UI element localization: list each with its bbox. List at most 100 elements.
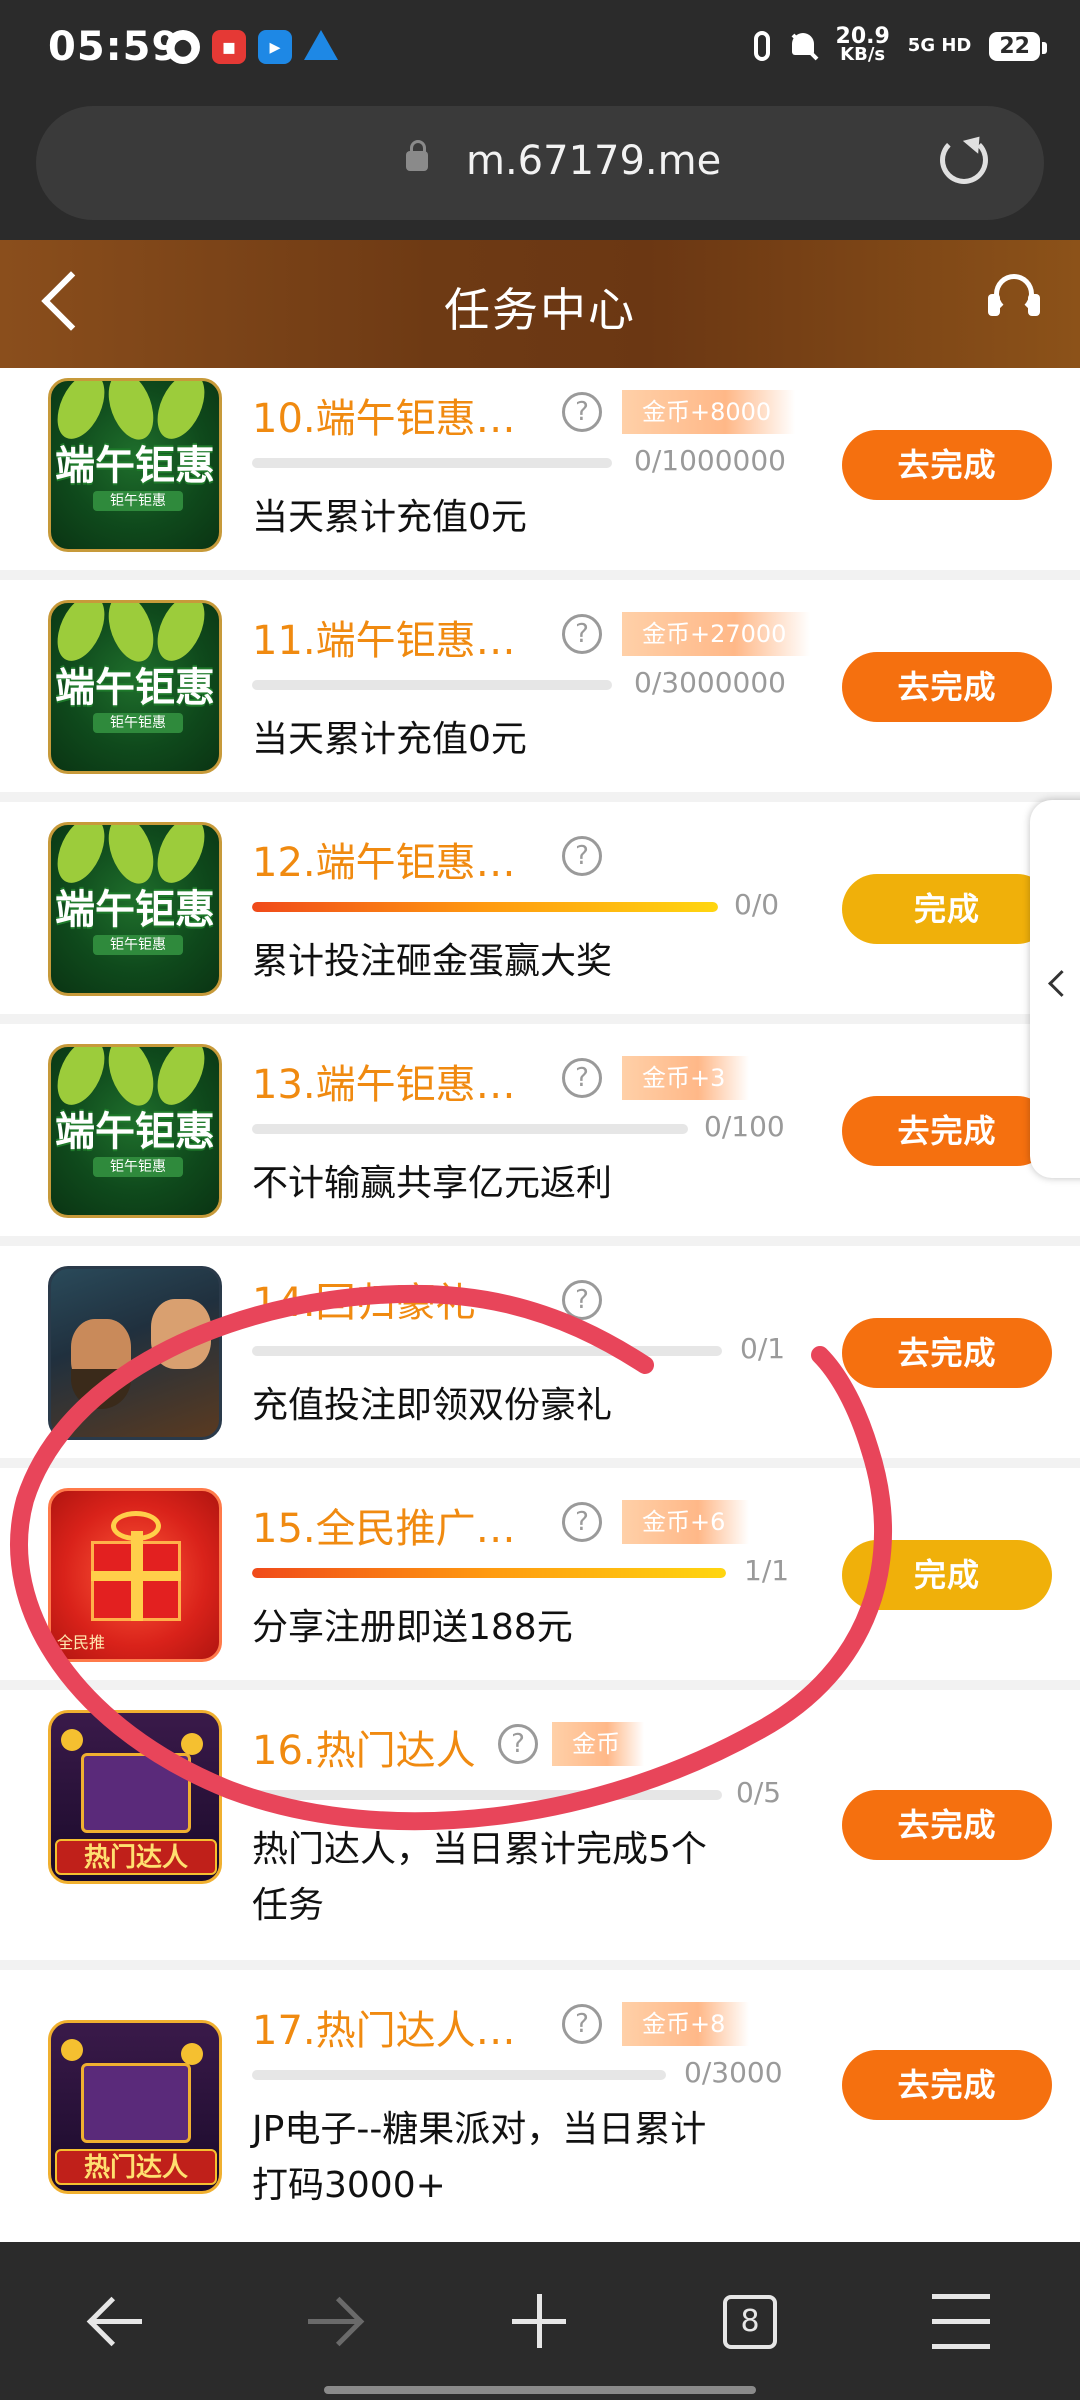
lock-icon bbox=[406, 140, 428, 171]
mute-icon bbox=[788, 31, 818, 61]
system-icons: 20.9 KB/s 5G HD 22 bbox=[753, 26, 1047, 65]
task-title: 15.全民推广… bbox=[252, 1506, 516, 1552]
thumbnail-tag: 钜午钜惠 bbox=[93, 935, 183, 955]
progress-text: 0/5 bbox=[736, 1776, 782, 1809]
thumbnail-caption: 全民推 bbox=[57, 1633, 106, 1652]
page-header: 任务中心 bbox=[0, 240, 1080, 368]
task-description: 累计投注砸金蛋赢大奖 bbox=[252, 941, 613, 982]
complete-task-button[interactable]: 去完成 bbox=[842, 652, 1052, 722]
warning-icon bbox=[304, 30, 338, 60]
progress-text: 0/0 bbox=[734, 888, 780, 921]
help-icon[interactable]: ? bbox=[562, 1280, 602, 1320]
complete-task-button[interactable]: 去完成 bbox=[842, 1790, 1052, 1860]
plus-icon[interactable] bbox=[500, 2282, 580, 2362]
task-description: 分享注册即送188元 bbox=[252, 1607, 573, 1648]
task-title: 14.回归豪礼 bbox=[252, 1280, 476, 1326]
forward-arrow-icon[interactable] bbox=[290, 2282, 370, 2362]
task-thumbnail: 热门达人 bbox=[48, 1710, 222, 1884]
thumbnail-title: 端午钜惠 bbox=[55, 442, 215, 489]
browser-nav-bar: 8 bbox=[0, 2242, 1080, 2400]
task-thumbnail: 全民推 bbox=[48, 1488, 222, 1662]
task-description-line1: 热门达人，当日累计完成5个 bbox=[252, 1829, 707, 1870]
progress-bar bbox=[252, 2070, 666, 2080]
progress-text: 0/3000 bbox=[684, 2056, 783, 2089]
progress-text: 0/3000000 bbox=[634, 666, 786, 699]
progress-fill bbox=[252, 902, 718, 912]
help-icon[interactable]: ? bbox=[498, 1724, 538, 1764]
help-icon[interactable]: ? bbox=[562, 1058, 602, 1098]
thumbnail-tag: 钜午钜惠 bbox=[93, 713, 183, 733]
task-list[interactable]: 端午钜惠 钜午钜惠 10.端午钜惠… ? 金币+8000 0/1000000 当… bbox=[0, 368, 1080, 2242]
task-row: 端午钜惠 钜午钜惠 12.端午钜惠… ? 0/0 累计投注砸金蛋赢大奖 完成 bbox=[0, 802, 1080, 1024]
task-thumbnail: 端午钜惠 钜午钜惠 bbox=[48, 600, 222, 774]
page-title: 任务中心 bbox=[444, 283, 636, 337]
reload-icon[interactable] bbox=[940, 136, 988, 184]
home-indicator[interactable] bbox=[324, 2386, 756, 2394]
help-icon[interactable]: ? bbox=[562, 392, 602, 432]
task-thumbnail: 端午钜惠 钜午钜惠 bbox=[48, 1044, 222, 1218]
task-row: 端午钜惠 钜午钜惠 13.端午钜惠… ? 金币+3 0/100 不计输赢共享亿元… bbox=[0, 1024, 1080, 1246]
progress-bar bbox=[252, 902, 718, 912]
help-icon[interactable]: ? bbox=[562, 836, 602, 876]
thumbnail-tag: 钜午钜惠 bbox=[93, 491, 183, 511]
task-description: 当天累计充值0元 bbox=[252, 719, 527, 760]
progress-bar bbox=[252, 1790, 722, 1800]
task-title: 10.端午钜惠… bbox=[252, 396, 516, 442]
menu-icon[interactable] bbox=[920, 2282, 1000, 2362]
progress-bar bbox=[252, 680, 612, 690]
complete-task-button[interactable]: 去完成 bbox=[842, 430, 1052, 500]
complete-task-button[interactable]: 去完成 bbox=[842, 1096, 1052, 1166]
task-thumbnail: 端午钜惠 钜午钜惠 bbox=[48, 822, 222, 996]
task-row: 热门达人 16.热门达人 ? 金币 0/5 热门达人，当日累计完成5个 任务 去… bbox=[0, 1690, 1080, 1970]
task-description-line2: 任务 bbox=[252, 1885, 325, 1926]
task-done-button[interactable]: 完成 bbox=[842, 1540, 1052, 1610]
complete-task-button[interactable]: 去完成 bbox=[842, 1318, 1052, 1388]
task-row: 全民推 15.全民推广… ? 金币+6 1/1 分享注册即送188元 完成 bbox=[0, 1468, 1080, 1690]
progress-bar bbox=[252, 1346, 722, 1356]
thumbnail-caption: 热门达人 bbox=[55, 1839, 217, 1875]
support-icon[interactable] bbox=[988, 274, 1040, 322]
back-arrow-icon[interactable] bbox=[80, 2282, 160, 2362]
app-notification-icon-2: ▸ bbox=[258, 30, 292, 64]
progress-fill bbox=[252, 1568, 726, 1578]
task-done-button[interactable]: 完成 bbox=[842, 874, 1052, 944]
task-description: 不计输赢共享亿元返利 bbox=[252, 1163, 613, 1204]
task-title: 12.端午钜惠… bbox=[252, 840, 516, 886]
microphone-icon bbox=[753, 31, 770, 61]
side-drawer-tab[interactable] bbox=[1030, 800, 1080, 1178]
battery-indicator: 22 bbox=[989, 31, 1047, 61]
thumbnail-caption: 热门达人 bbox=[55, 2149, 217, 2185]
help-icon[interactable]: ? bbox=[562, 2004, 602, 2044]
status-time: 05:59 bbox=[48, 24, 181, 70]
reward-badge: 金币 bbox=[552, 1722, 644, 1766]
reward-badge: 金币+27000 bbox=[622, 612, 811, 656]
url-text[interactable]: m.67179.me bbox=[466, 138, 721, 184]
net-speed-unit: KB/s bbox=[840, 44, 886, 65]
help-icon[interactable]: ? bbox=[562, 614, 602, 654]
progress-text: 1/1 bbox=[744, 1554, 790, 1587]
task-row: 热门达人 17.热门达人… ? 金币+8 0/3000 JP电子--糖果派对，当… bbox=[0, 1970, 1080, 2242]
reward-badge: 金币+8 bbox=[622, 2002, 750, 2046]
notification-icons: ● ▪ ▸ bbox=[166, 30, 338, 64]
url-bar[interactable]: m.67179.me bbox=[36, 106, 1044, 220]
app-notification-icon: ▪ bbox=[212, 30, 246, 64]
thumbnail-title: 端午钜惠 bbox=[55, 664, 215, 711]
thumbnail-tag: 钜午钜惠 bbox=[93, 1157, 183, 1177]
help-icon[interactable]: ? bbox=[562, 1502, 602, 1542]
complete-task-button[interactable]: 去完成 bbox=[842, 2050, 1052, 2120]
progress-bar bbox=[252, 458, 612, 468]
task-thumbnail: 热门达人 bbox=[48, 2020, 222, 2194]
progress-text: 0/1000000 bbox=[634, 444, 786, 477]
chevron-left-icon bbox=[1048, 970, 1075, 997]
task-thumbnail bbox=[48, 1266, 222, 1440]
reward-badge: 金币+6 bbox=[622, 1500, 750, 1544]
task-title: 16.热门达人 bbox=[252, 1728, 476, 1774]
reward-badge: 金币+8000 bbox=[622, 390, 796, 434]
network-indicator: 5G HD bbox=[907, 35, 972, 56]
task-row: 14.回归豪礼 ? 0/1 充值投注即领双份豪礼 去完成 bbox=[0, 1246, 1080, 1468]
task-description: 当天累计充值0元 bbox=[252, 497, 527, 538]
task-title: 11.端午钜惠… bbox=[252, 618, 516, 664]
tabs-icon[interactable]: 8 bbox=[723, 2295, 777, 2349]
chat-notification-icon: ● bbox=[166, 30, 200, 64]
task-row: 端午钜惠 钜午钜惠 10.端午钜惠… ? 金币+8000 0/1000000 当… bbox=[0, 368, 1080, 580]
